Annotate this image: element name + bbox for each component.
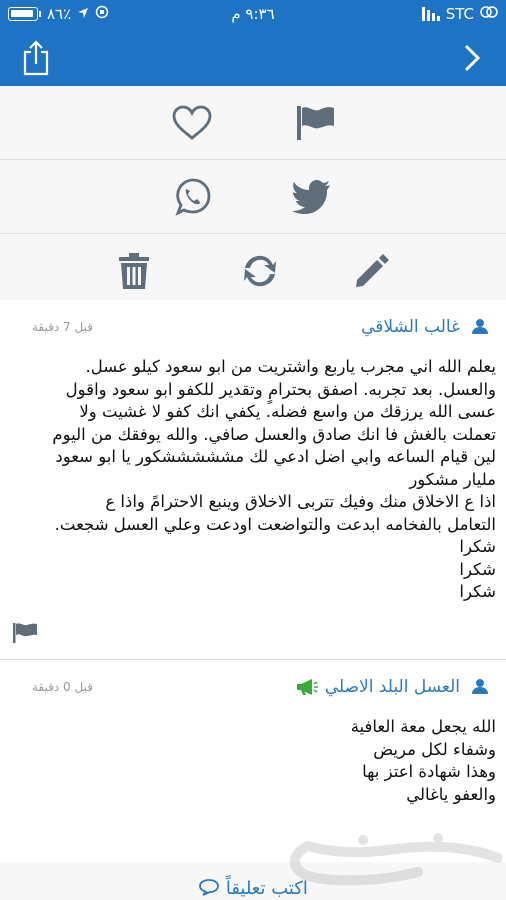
wifi-icon [480, 5, 498, 23]
delete-button[interactable] [104, 234, 164, 308]
forward-button[interactable] [444, 30, 500, 86]
twitter-icon [292, 180, 330, 214]
report-button[interactable] [286, 86, 346, 160]
comment-line: شكرا [459, 559, 496, 579]
comment-line: شكرا [459, 537, 496, 556]
comment-line: الله يجعل معة العافية [350, 717, 496, 736]
speech-bubble-icon [198, 879, 220, 900]
comment-time: قبل 0 دقيقة [32, 680, 93, 694]
comment-line: اذا ع الاخلاق منك وفيك تتربى الاخلاق وين… [105, 492, 496, 511]
comment-line: وشفاء لكل مريض [373, 739, 496, 759]
comment-line: مليار مشكور [409, 469, 496, 489]
comment-author[interactable]: غالب الشلاقي [361, 317, 460, 337]
comment-line: تعملت بالغش فا انك صادق والعسل صافي. وال… [52, 424, 496, 444]
comment-line: شكرا [459, 582, 496, 601]
share-icon [23, 40, 49, 76]
favorite-button[interactable] [162, 86, 222, 160]
comment-body: الله يجعل معة العافية وشفاء لكل مريض وهذ… [0, 708, 506, 806]
refresh-icon [244, 255, 276, 287]
carrier-name: STC [445, 5, 474, 23]
flag-icon [13, 623, 37, 643]
trash-icon [119, 253, 149, 289]
comment-header: قبل 0 دقيقة العسل البلد الاصلي [0, 660, 506, 708]
signal-icon [421, 7, 440, 21]
megaphone-icon [296, 678, 318, 700]
nav-bar [0, 30, 506, 86]
comment-time: قبل 7 دقيقة [32, 320, 93, 334]
comment-header: قبل 7 دقيقة غالب الشلاقي [0, 300, 506, 348]
haraj-watermark-logo [268, 828, 503, 892]
status-bar: ٨٦٪ ٩:٣٦ م STC [0, 0, 506, 30]
comment-line: يعلم الله اني مجرب ياربع واشتريت من ابو … [85, 357, 496, 376]
action-row-2 [0, 160, 506, 234]
flag-icon [297, 106, 334, 140]
comment-body: يعلم الله اني مجرب ياربع واشتريت من ابو … [0, 348, 506, 604]
pencil-icon [356, 254, 389, 287]
whatsapp-icon [175, 178, 211, 216]
refresh-button[interactable] [230, 234, 290, 308]
share-button[interactable] [8, 30, 64, 86]
user-icon [472, 678, 488, 698]
comment-author[interactable]: العسل البلد الاصلي [325, 677, 460, 697]
report-comment-button[interactable] [12, 622, 38, 648]
action-row-1 [0, 86, 506, 160]
user-icon [472, 318, 488, 338]
action-panel [0, 86, 506, 308]
comment-line: والعسل. بعد تجربه. اصفق بحترامٍ وتقدير ل… [65, 379, 496, 399]
comment-line: والعفو ياغالي [406, 784, 496, 804]
heart-icon [172, 105, 212, 140]
comment-line: وهذا شهادة اعتز بها [362, 762, 496, 781]
comment-card: قبل 7 دقيقة غالب الشلاقي يعلم الله اني م… [0, 300, 506, 660]
twitter-share-button[interactable] [282, 160, 342, 234]
status-right: STC [421, 5, 498, 23]
whatsapp-share-button[interactable] [162, 160, 222, 234]
comment-line: لين قيام الساعه وابي اضل ادعي لك مشششششك… [55, 447, 496, 466]
edit-button[interactable] [342, 234, 402, 308]
chevron-right-icon [464, 44, 481, 72]
comment-line: عسى الله يرزقك من واسع فضله. يكفي انك كف… [79, 402, 496, 421]
action-row-3 [0, 234, 506, 308]
comment-line: التعامل بالفخامه ابدعت والتواضعت اودعت و… [54, 514, 496, 534]
